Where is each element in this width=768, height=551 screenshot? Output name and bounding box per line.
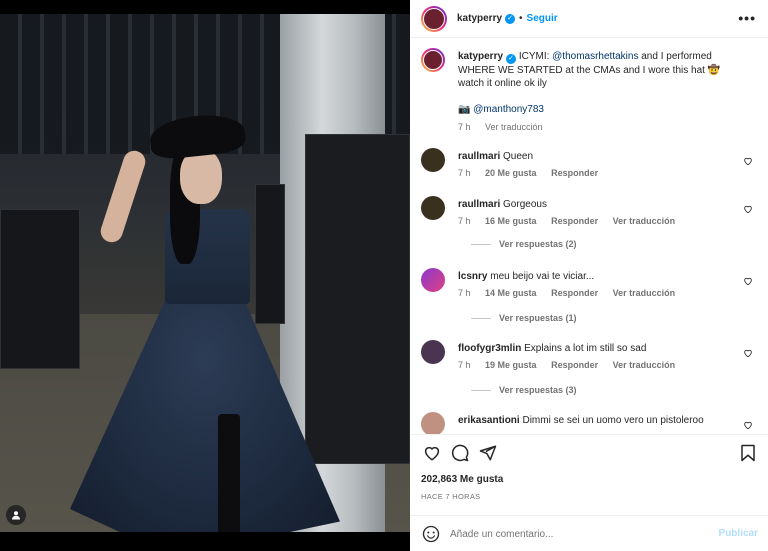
post-header: katyperry ✓ • Seguir •••	[410, 0, 768, 38]
comment-text: lcsnry meu beijo vai te viciar...	[458, 270, 748, 283]
see-translation-link[interactable]: Ver traducción	[613, 216, 676, 226]
comment-body: Explains a lot im still so sad	[524, 343, 647, 354]
photo-arm	[97, 147, 149, 246]
post-panel: katyperry ✓ • Seguir ••• katyperry ✓ ICYM…	[410, 0, 768, 551]
comment-input[interactable]	[450, 526, 710, 542]
likes-count[interactable]: 202,863 Me gusta	[421, 474, 503, 485]
comment-meta: 7 h 16 Me gusta Responder Ver traducción	[458, 216, 687, 226]
photo-road-case	[0, 209, 80, 369]
photo-road-case	[255, 184, 285, 324]
photo-road-case	[305, 134, 410, 464]
comment-text: raullmari Queen	[458, 150, 748, 163]
add-comment-bar: Publicar	[410, 515, 768, 551]
comment-likes[interactable]: 16 Me gusta	[485, 216, 537, 226]
share-icon[interactable]	[477, 442, 499, 464]
follow-button[interactable]: Seguir	[527, 13, 558, 24]
author-username[interactable]: katyperry	[457, 13, 502, 24]
see-translation-link[interactable]: Ver traducción	[613, 360, 676, 370]
photo-boot	[218, 414, 240, 532]
more-options-icon[interactable]: •••	[738, 10, 756, 26]
comment-body: Queen	[503, 151, 534, 162]
comment-avatar[interactable]	[421, 148, 445, 172]
reply-button[interactable]: Responder	[551, 168, 598, 178]
comment-body: meu beijo vai te viciar...	[490, 271, 595, 282]
post-photo[interactable]	[0, 0, 410, 551]
verified-badge-icon: ✓	[506, 54, 517, 64]
comment-avatar[interactable]	[421, 412, 445, 434]
comment-text: floofygr3mlin Explains a lot im still so…	[458, 342, 748, 355]
comment-body: Dimmi se sei un uomo vero un pistoleroo	[522, 415, 704, 426]
comment-username[interactable]: floofygr3mlin	[458, 343, 521, 354]
view-replies-button[interactable]: Ver respuestas (3)	[471, 385, 577, 395]
comment-meta: 7 h 19 Me gusta Responder Ver traducción	[458, 360, 687, 370]
caption-username[interactable]: katyperry	[458, 51, 503, 62]
caption-prefix: ICYMI:	[518, 51, 553, 62]
verified-badge-icon: ✓	[505, 13, 516, 24]
comment-username[interactable]: erikasantioni	[458, 415, 520, 426]
comment-meta: 7 h 14 Me gusta Responder Ver traducción	[458, 288, 687, 298]
view-replies-button[interactable]: Ver respuestas (1)	[471, 313, 577, 323]
comment-heart-icon[interactable]	[743, 420, 753, 433]
emoji-icon[interactable]	[422, 525, 440, 543]
view-replies-button[interactable]: Ver respuestas (2)	[471, 239, 577, 249]
comment-username[interactable]: lcsnry	[458, 271, 487, 282]
post-date: HACE 7 HORAS	[421, 492, 481, 501]
user-tag-icon[interactable]	[6, 505, 26, 525]
comment-time: 7 h	[458, 360, 471, 370]
publish-button[interactable]: Publicar	[719, 528, 758, 539]
comment-username[interactable]: raullmari	[458, 199, 500, 210]
comment-heart-icon[interactable]	[743, 204, 753, 217]
comment-text: erikasantioni Dimmi se sei un uomo vero …	[458, 414, 748, 427]
credit-mention[interactable]: @manthony783	[473, 104, 544, 115]
caption-meta: 7 h Ver traducción	[458, 122, 555, 132]
comment-heart-icon[interactable]	[743, 348, 753, 361]
reply-button[interactable]: Responder	[551, 360, 598, 370]
photo-scene	[0, 14, 410, 532]
comment-time: 7 h	[458, 168, 471, 178]
comment-heart-icon[interactable]	[743, 156, 753, 169]
comment-time: 7 h	[458, 216, 471, 226]
comment-likes[interactable]: 14 Me gusta	[485, 288, 537, 298]
comment-avatar[interactable]	[421, 340, 445, 364]
heart-icon[interactable]	[421, 442, 443, 464]
see-translation-link[interactable]: Ver traducción	[613, 288, 676, 298]
caption-text: katyperry ✓ ICYMI: @thomasrhettakins and …	[458, 50, 748, 116]
comment-avatar[interactable]	[421, 268, 445, 292]
reply-button[interactable]: Responder	[551, 288, 598, 298]
comment-time: 7 h	[458, 288, 471, 298]
comment-avatar[interactable]	[421, 196, 445, 220]
comment-username[interactable]: raullmari	[458, 151, 500, 162]
bookmark-icon[interactable]	[737, 442, 759, 464]
comment-icon[interactable]	[449, 442, 471, 464]
comment-likes[interactable]: 19 Me gusta	[485, 360, 537, 370]
comment-likes[interactable]: 20 Me gusta	[485, 168, 537, 178]
caption-time: 7 h	[458, 122, 471, 132]
caption-mention[interactable]: @thomasrhettakins	[552, 51, 638, 62]
reply-button[interactable]: Responder	[551, 216, 598, 226]
camera-icon: 📷	[458, 104, 471, 115]
comment-body: Gorgeous	[503, 199, 547, 210]
action-bar	[421, 442, 759, 466]
comment-heart-icon[interactable]	[743, 276, 753, 289]
author-avatar[interactable]	[421, 5, 447, 32]
separator-dot: •	[519, 13, 523, 24]
see-translation-link[interactable]: Ver traducción	[485, 122, 543, 132]
comment-text: raullmari Gorgeous	[458, 198, 748, 211]
comments-list[interactable]: katyperry ✓ ICYMI: @thomasrhettakins and …	[410, 40, 768, 435]
caption-avatar[interactable]	[421, 48, 445, 72]
comment-meta: 7 h 20 Me gusta Responder	[458, 168, 610, 178]
